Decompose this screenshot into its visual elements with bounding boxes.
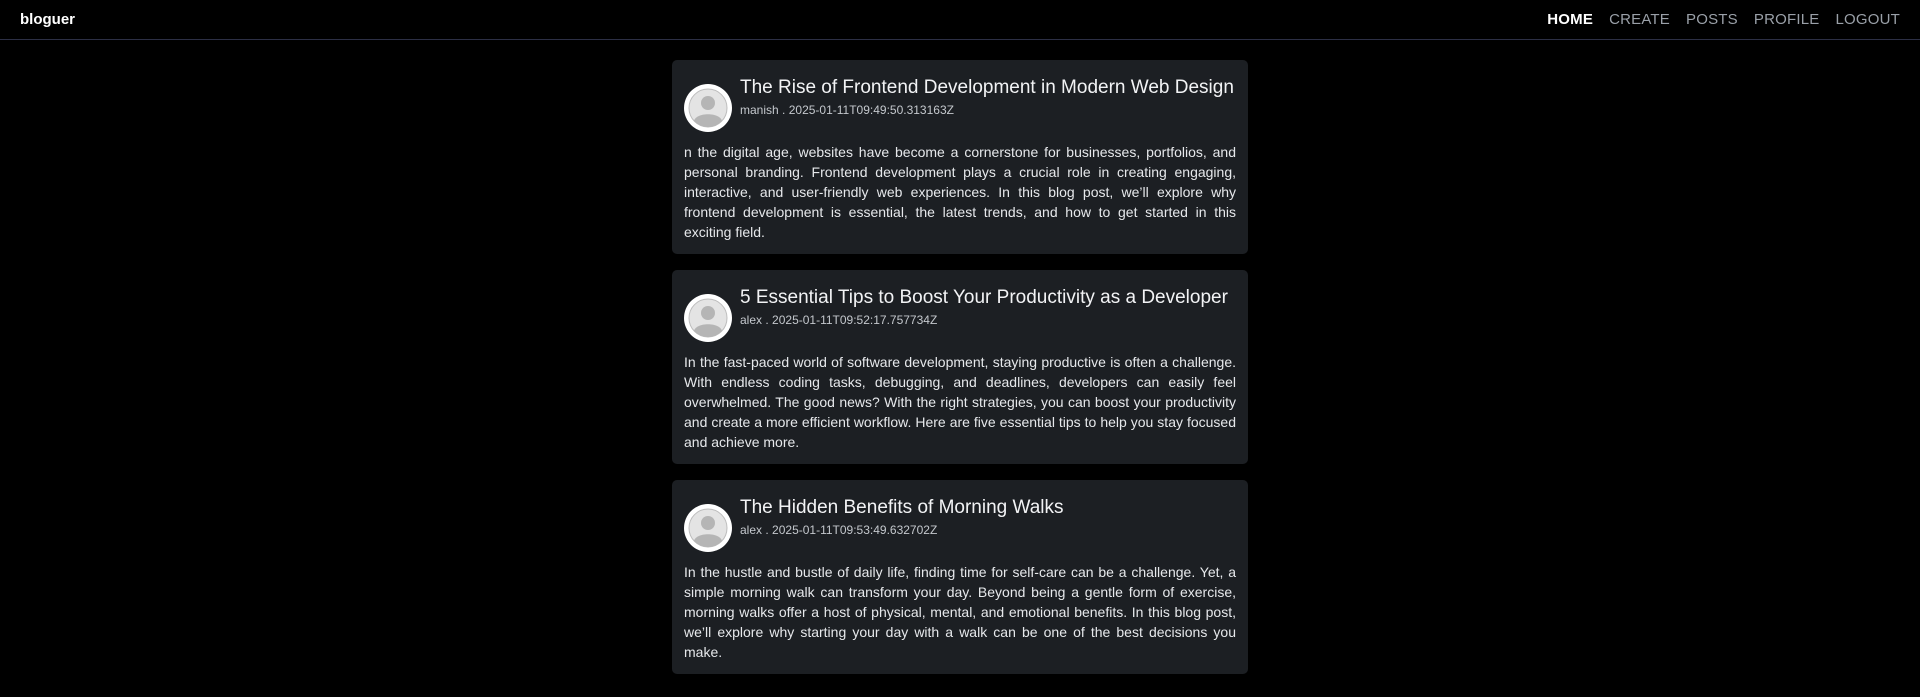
nav-logout-link[interactable]: LOGOUT [1835,11,1900,28]
post-header: The Rise of Frontend Development in Mode… [684,72,1236,132]
post-header-text: 5 Essential Tips to Boost Your Productiv… [740,282,1236,327]
post-header: 5 Essential Tips to Boost Your Productiv… [684,282,1236,342]
post-title[interactable]: The Hidden Benefits of Morning Walks [740,494,1236,522]
main-nav: HOME CREATE POSTS PROFILE LOGOUT [1547,11,1900,28]
meta-separator: . [765,523,769,537]
post-header-text: The Rise of Frontend Development in Mode… [740,72,1236,117]
post-date: 2025-01-11T09:52:17.757734Z [772,313,938,327]
post-body: n the digital age, websites have become … [684,144,1236,240]
post-body: In the fast-paced world of software deve… [684,354,1236,450]
user-avatar-icon [684,84,732,132]
nav-create-link[interactable]: CREATE [1609,11,1670,28]
meta-separator: . [765,313,769,327]
post-meta: manish . 2025-01-11T09:49:50.313163Z [740,103,1236,117]
post-author: alex [740,523,763,537]
post-header-text: The Hidden Benefits of Morning Walks ale… [740,492,1236,537]
post-card[interactable]: The Hidden Benefits of Morning Walks ale… [672,480,1248,674]
post-date: 2025-01-11T09:53:49.632702Z [772,523,938,537]
nav-profile-link[interactable]: PROFILE [1754,11,1820,28]
post-body: In the hustle and bustle of daily life, … [684,564,1236,660]
post-author: alex [740,313,763,327]
post-title[interactable]: The Rise of Frontend Development in Mode… [740,74,1236,102]
post-meta: alex . 2025-01-11T09:52:17.757734Z [740,313,1236,327]
meta-separator: . [782,103,786,117]
user-avatar-icon [684,294,732,342]
nav-home-link[interactable]: HOME [1547,11,1593,28]
user-avatar-icon [684,504,732,552]
post-feed: The Rise of Frontend Development in Mode… [672,60,1248,674]
post-date: 2025-01-11T09:49:50.313163Z [788,103,954,117]
post-header: The Hidden Benefits of Morning Walks ale… [684,492,1236,552]
top-navbar: bloguer HOME CREATE POSTS PROFILE LOGOUT [0,0,1920,40]
brand-logo-link[interactable]: bloguer [20,11,75,28]
post-card[interactable]: The Rise of Frontend Development in Mode… [672,60,1248,254]
nav-posts-link[interactable]: POSTS [1686,11,1738,28]
post-card[interactable]: 5 Essential Tips to Boost Your Productiv… [672,270,1248,464]
post-author: manish [740,103,779,117]
post-title[interactable]: 5 Essential Tips to Boost Your Productiv… [740,284,1236,312]
post-meta: alex . 2025-01-11T09:53:49.632702Z [740,523,1236,537]
